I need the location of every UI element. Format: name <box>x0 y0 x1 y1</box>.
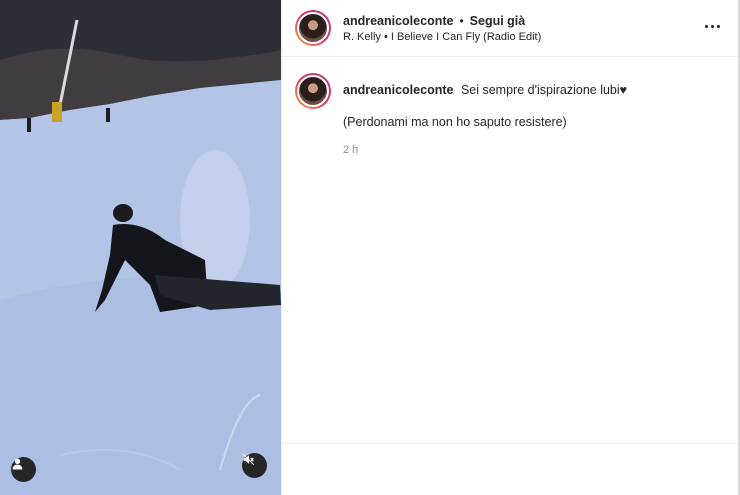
post-video[interactable] <box>0 0 281 495</box>
post-timestamp[interactable]: 2 h <box>343 144 627 156</box>
snow-scene-image <box>0 0 281 495</box>
caption: andreanicoleconte Sei sempre d'ispirazio… <box>282 57 740 156</box>
avatar-image <box>297 75 329 107</box>
panel-divider <box>282 443 740 444</box>
more-options-icon <box>716 24 720 28</box>
username-link[interactable]: andreanicoleconte <box>343 14 453 28</box>
more-options-icon <box>704 24 708 28</box>
user-tag-icon <box>12 458 23 470</box>
caption-text: Sei sempre d'ispirazione lubi♥ <box>460 83 628 97</box>
separator-dot: • <box>459 13 464 28</box>
speaker-muted-icon <box>242 453 255 466</box>
avatar[interactable] <box>295 10 331 46</box>
post-dialog: andreanicoleconte • Segui già R. Kelly •… <box>0 0 740 495</box>
caption-first-line: andreanicoleconte Sei sempre d'ispirazio… <box>343 81 627 99</box>
header-text: andreanicoleconte • Segui già R. Kelly •… <box>343 14 541 43</box>
avatar-image <box>297 12 329 44</box>
mute-button[interactable] <box>242 453 267 478</box>
caption-second-line: (Perdonami ma non ho saputo resistere) <box>343 115 567 129</box>
user-tag-button[interactable] <box>11 457 36 482</box>
caption-username-link[interactable]: andreanicoleconte <box>343 83 453 97</box>
caption-body: andreanicoleconte Sei sempre d'ispirazio… <box>343 73 627 156</box>
more-options-icon <box>710 24 714 28</box>
following-button[interactable]: Segui già <box>470 14 526 28</box>
music-link[interactable]: R. Kelly • I Believe I Can Fly (Radio Ed… <box>343 31 541 43</box>
post-info-panel: andreanicoleconte • Segui già R. Kelly •… <box>281 0 740 495</box>
more-options-button[interactable] <box>702 16 722 36</box>
caption-avatar[interactable] <box>295 73 331 109</box>
post-header: andreanicoleconte • Segui già R. Kelly •… <box>282 0 740 57</box>
